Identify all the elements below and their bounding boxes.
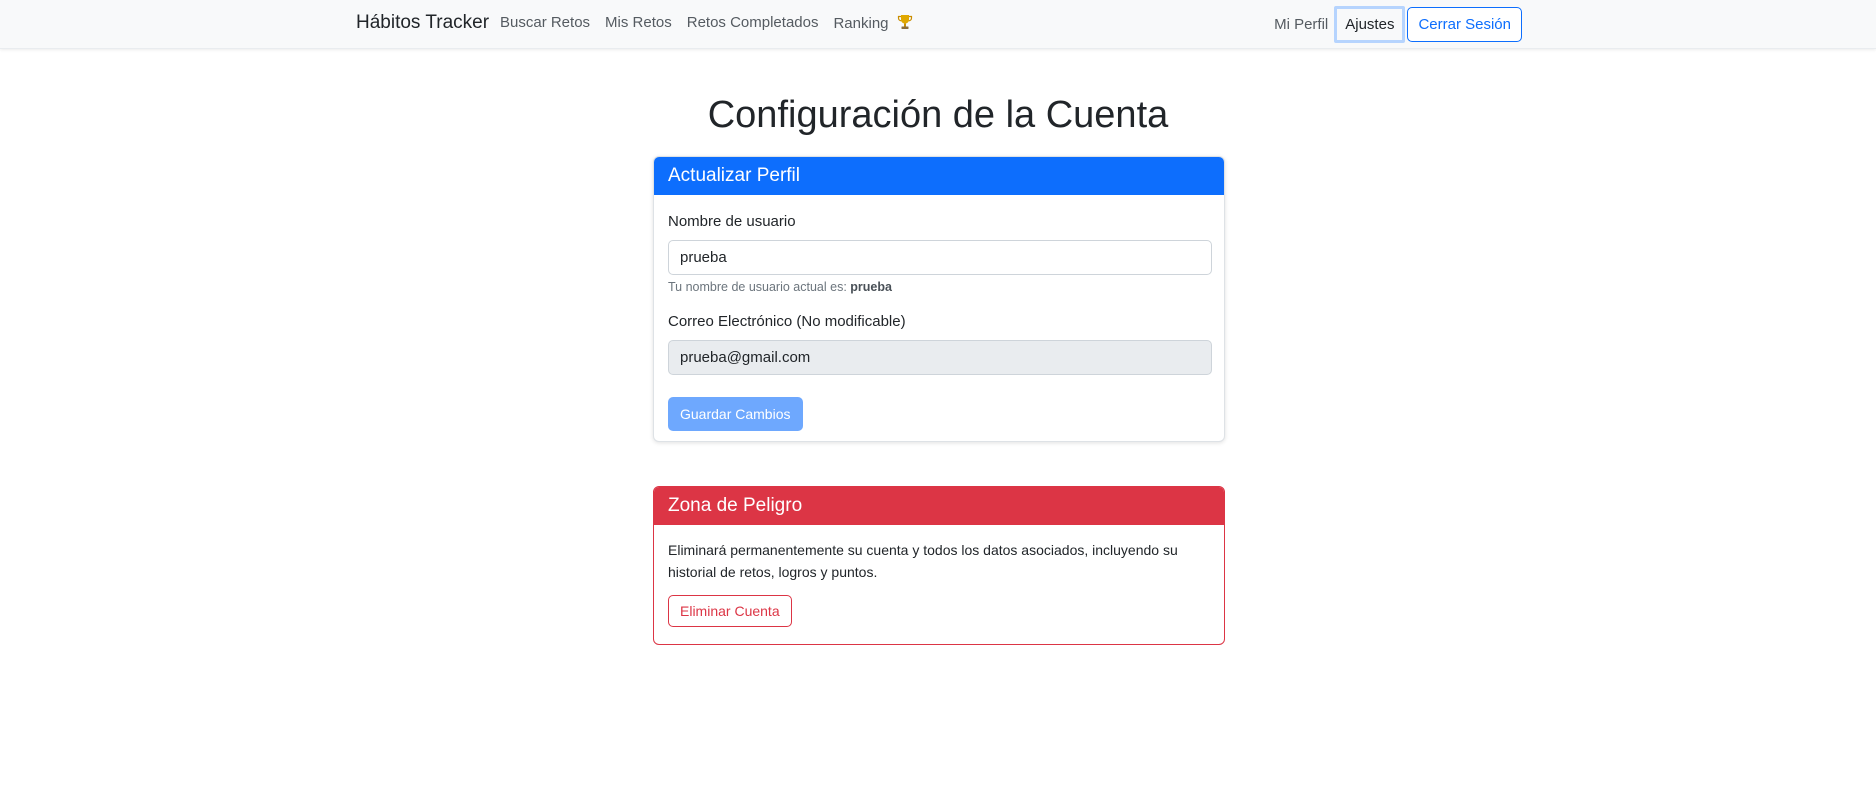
email-label: Correo Electrónico (No modificable) (668, 313, 906, 330)
navbar-brand[interactable]: Hábitos Tracker (356, 12, 489, 34)
danger-zone-body: Eliminará permanentemente su cuenta y to… (654, 525, 1224, 644)
username-input-value: prueba (680, 249, 727, 266)
email-input: prueba@gmail.com (668, 340, 1212, 375)
email-group: Correo Electrónico (No modificable) prue… (668, 313, 1212, 375)
page-title: Configuración de la Cuenta (707, 94, 1169, 136)
danger-zone-header: Zona de Peligro (654, 487, 1224, 525)
nav-link-mi-perfil[interactable]: Mi Perfil (1274, 16, 1328, 33)
trophy-icon (897, 15, 912, 29)
username-help-prefix: Tu nombre de usuario actual es: (668, 280, 847, 294)
nav-link-ranking[interactable]: Ranking (833, 14, 912, 32)
email-input-value: prueba@gmail.com (680, 349, 811, 366)
username-help-value: prueba (850, 280, 892, 294)
navbar: Hábitos Tracker Buscar Retos Mis Retos R… (0, 0, 1876, 49)
nav-link-buscar-retos[interactable]: Buscar Retos (500, 14, 590, 32)
username-input[interactable]: prueba (668, 240, 1212, 275)
username-label: Nombre de usuario (668, 213, 796, 230)
delete-account-button[interactable]: Eliminar Cuenta (668, 595, 792, 627)
nav-right: Mi Perfil Ajustes Cerrar Sesión (1274, 6, 1522, 43)
nav-link-mis-retos[interactable]: Mis Retos (605, 14, 672, 32)
username-help: Tu nombre de usuario actual es: prueba (668, 280, 1210, 294)
danger-zone-description: Eliminará permanentemente su cuenta y to… (668, 542, 1178, 580)
update-profile-body: Nombre de usuario prueba Tu nombre de us… (654, 195, 1224, 441)
nav-link-ajustes[interactable]: Ajustes (1334, 6, 1406, 43)
logout-button[interactable]: Cerrar Sesión (1407, 7, 1522, 42)
update-profile-card: Actualizar Perfil Nombre de usuario prue… (653, 156, 1225, 442)
nav-link-ranking-label: Ranking (833, 15, 889, 32)
save-changes-button[interactable]: Guardar Cambios (668, 397, 803, 431)
nav-links: Buscar Retos Mis Retos Retos Completados… (500, 14, 928, 32)
danger-zone-card: Zona de Peligro Eliminará permanentement… (653, 486, 1225, 645)
update-profile-header: Actualizar Perfil (654, 157, 1224, 195)
nav-link-retos-completados[interactable]: Retos Completados (687, 14, 819, 32)
